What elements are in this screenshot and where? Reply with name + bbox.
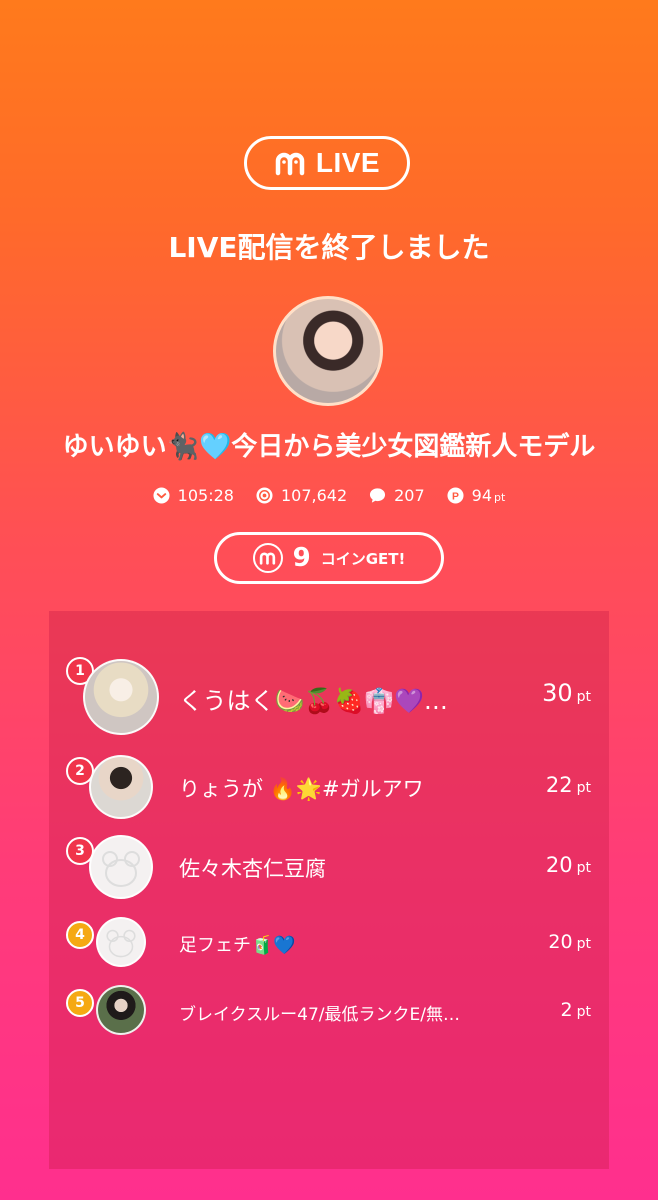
ranking-row-1[interactable]: 1 くうはく🍉🍒🍓👘💜… 30 pt bbox=[49, 655, 609, 735]
user-points: 20 pt bbox=[545, 853, 591, 877]
duration-value: 105:28 bbox=[177, 486, 234, 505]
ranking-row-4[interactable]: 4 足フェチ🧃💙 20 pt bbox=[49, 917, 609, 969]
page-title: LIVE配信を終了しました bbox=[168, 231, 490, 264]
points-p-icon: P bbox=[447, 487, 464, 504]
coin-get-badge: 9 コインGET! bbox=[214, 532, 444, 584]
svg-text:P: P bbox=[452, 491, 459, 502]
ranking-row-3[interactable]: 3 佐々木杏仁豆腐 20 pt bbox=[49, 835, 609, 899]
coin-label: コインGET! bbox=[320, 549, 406, 568]
rank-badge: 4 bbox=[66, 921, 94, 949]
live-label: LIVE bbox=[315, 147, 381, 178]
views-value: 107,642 bbox=[280, 486, 348, 505]
streamer-avatar[interactable] bbox=[273, 296, 383, 406]
comments-value: 207 bbox=[394, 486, 425, 505]
ranking-row-5[interactable]: 5 ブレイクスルー47/最低ランクE/無… 2 pt bbox=[49, 985, 609, 1037]
streamer-name: ゆいゆい🐈‍⬛🩵今日から美少女図鑑新人モデル bbox=[62, 432, 596, 462]
coin-count: 9 bbox=[292, 543, 311, 573]
user-name: くうはく🍉🍒🍓👘💜… bbox=[179, 687, 448, 715]
ranking-panel: 1 くうはく🍉🍒🍓👘💜… 30 pt 2 りょうが 🔥🌟#ガルアワ 22 pt 3 … bbox=[49, 611, 609, 1169]
viewers-icon bbox=[256, 487, 273, 504]
comment-bubble-icon bbox=[370, 488, 386, 503]
user-avatar[interactable] bbox=[89, 755, 153, 819]
comments-stat: 207 bbox=[369, 486, 425, 505]
user-points: 22 pt bbox=[545, 773, 591, 797]
points-unit: pt bbox=[494, 491, 506, 504]
ranking-row-2[interactable]: 2 りょうが 🔥🌟#ガルアワ 22 pt bbox=[49, 755, 609, 819]
user-points: 20 pt bbox=[548, 931, 591, 953]
rank-badge: 5 bbox=[66, 989, 94, 1017]
user-name: りょうが 🔥🌟#ガルアワ bbox=[179, 777, 424, 801]
duration-stat: 105:28 bbox=[153, 486, 234, 505]
user-points: 2 pt bbox=[560, 999, 591, 1021]
stream-stats: 105:28 107,642 207 P 94 pt bbox=[0, 486, 658, 505]
m-coin-logo-icon bbox=[259, 552, 275, 565]
points-value: 94 pt bbox=[471, 486, 506, 505]
user-avatar[interactable] bbox=[83, 659, 159, 735]
live-brand-badge: LIVE bbox=[244, 136, 410, 190]
default-avatar-icon[interactable] bbox=[89, 835, 153, 899]
chevron-down-circle-icon bbox=[153, 487, 170, 504]
user-avatar[interactable] bbox=[96, 985, 146, 1035]
m-logo-icon bbox=[275, 152, 305, 176]
coin-icon bbox=[252, 543, 283, 573]
user-name: 足フェチ🧃💙 bbox=[179, 935, 296, 956]
points-stat: P 94 pt bbox=[447, 486, 506, 505]
default-avatar-icon[interactable] bbox=[96, 917, 146, 967]
user-name: ブレイクスルー47/最低ランクE/無… bbox=[179, 1005, 460, 1025]
views-stat: 107,642 bbox=[256, 486, 347, 505]
user-points: 30 pt bbox=[542, 679, 591, 707]
user-name: 佐々木杏仁豆腐 bbox=[179, 857, 326, 881]
